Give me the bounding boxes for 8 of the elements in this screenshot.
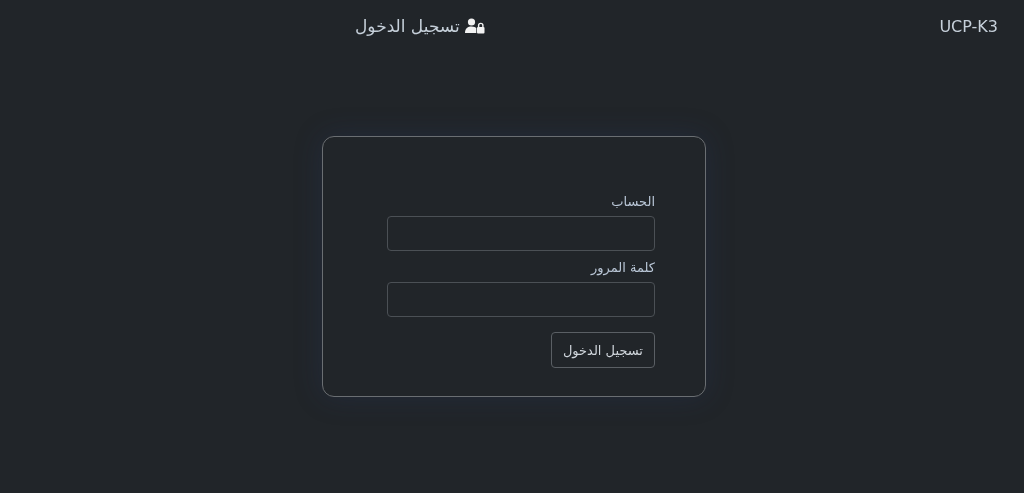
- input-field[interactable]: [387, 216, 655, 251]
- field-label: الحساب: [611, 193, 655, 210]
- field-label: كلمة المرور: [591, 259, 655, 276]
- user-lock-icon: [464, 18, 485, 34]
- login-button[interactable]: تسجيل الدخول: [550, 332, 655, 368]
- brand-link[interactable]: UCP-K3: [939, 16, 998, 36]
- login-link[interactable]: تسجيل الدخول: [355, 16, 485, 36]
- input-field[interactable]: [387, 282, 655, 317]
